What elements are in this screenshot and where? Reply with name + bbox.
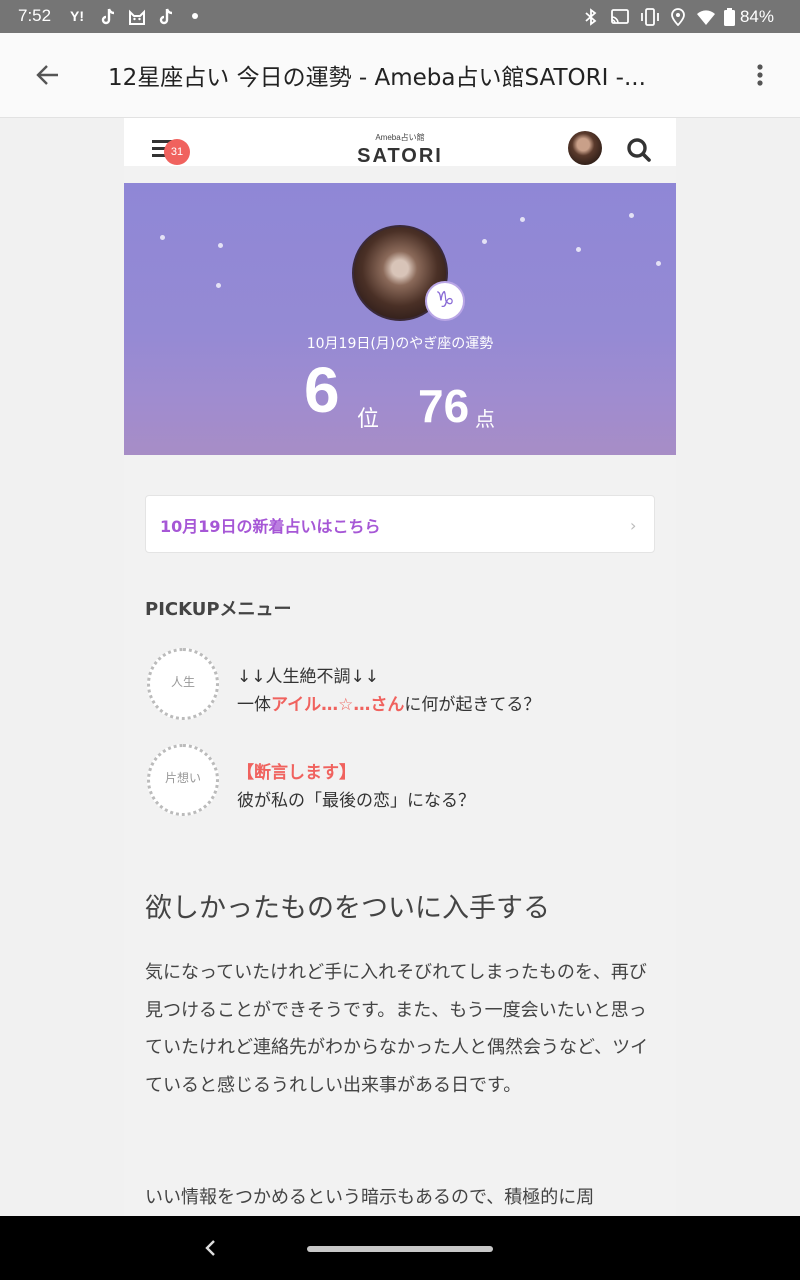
- pickup-item[interactable]: 人生 ↓↓人生絶不調↓↓ 一体アイル…☆…さんに何が起きてる？: [145, 648, 655, 724]
- capricorn-sign-icon: ♑: [425, 281, 465, 321]
- back-arrow-icon[interactable]: [34, 61, 62, 89]
- cat-icon: [129, 9, 145, 25]
- system-nav-bar: [0, 1216, 800, 1280]
- pickup-item-title: 【断言します】: [237, 763, 356, 783]
- fortune-headline: 欲しかったものをついに入手する: [145, 893, 550, 924]
- new-fortune-link-label: 10月19日の新着占いはこちら: [160, 517, 381, 536]
- vibrate-icon: [641, 8, 659, 26]
- rank-unit: 位: [357, 407, 380, 432]
- wifi-icon: [697, 10, 715, 25]
- fortune-paragraph: いい情報をつかめるという暗示もあるので、積極的に周: [145, 1187, 595, 1208]
- fortune-hero: ♑ 10月19日(月)のやぎ座の運勢 6 位 76 点: [124, 183, 676, 455]
- battery-icon: [724, 8, 735, 26]
- tiktok-icon: [101, 8, 115, 25]
- search-icon[interactable]: [626, 137, 652, 163]
- page-title: 12星座占い 今日の運勢 - Ameba占い館SATORI -...: [108, 65, 646, 91]
- tiktok-icon: [159, 8, 173, 25]
- user-avatar[interactable]: [568, 131, 602, 165]
- score-value: 76: [418, 380, 470, 432]
- pickup-item-subtitle: 一体アイル…☆…さんに何が起きてる？: [237, 695, 541, 715]
- battery-percent: 84%: [739, 7, 774, 26]
- star-decoration: [482, 239, 487, 244]
- star-decoration: [576, 247, 581, 252]
- chevron-right-icon: ›: [630, 516, 637, 535]
- status-bar: 7:52 Y! 84%: [0, 0, 800, 33]
- pickup-heading: PICKUPメニュー: [145, 599, 292, 620]
- pickup-item[interactable]: 片想い 【断言します】 彼が私の「最後の恋」になる？: [145, 744, 655, 820]
- location-icon: [671, 8, 685, 26]
- star-decoration: [218, 243, 223, 248]
- fortune-paragraph: 気になっていたけれど手に入れそびれてしまったものを、再び見つけることができそうで…: [145, 962, 649, 1096]
- username-highlight: アイル…☆…さん: [271, 695, 405, 715]
- web-content: 31 Ameba占い館 SATORI ♑ 10月19日(月)のやぎ座の運勢 6 …: [124, 118, 676, 1216]
- fortune-date-label: 10月19日(月)のやぎ座の運勢: [306, 336, 494, 352]
- clock: 7:52: [18, 6, 52, 25]
- overflow-menu-icon[interactable]: [752, 61, 768, 89]
- pickup-item-subtitle: 彼が私の「最後の恋」になる？: [237, 791, 475, 811]
- star-decoration: [216, 283, 221, 288]
- bluetooth-icon: [585, 8, 597, 26]
- home-gesture-pill[interactable]: [307, 1246, 493, 1252]
- star-decoration: [160, 235, 165, 240]
- app-bar: 12星座占い 今日の運勢 - Ameba占い館SATORI -...: [0, 33, 800, 118]
- new-fortune-link[interactable]: 10月19日の新着占いはこちら ›: [145, 495, 655, 553]
- star-decoration: [520, 217, 525, 222]
- yahoo-notification-icon: Y!: [70, 8, 84, 24]
- score-unit: 点: [475, 407, 495, 431]
- pickup-item-title: ↓↓人生絶不調↓↓: [237, 667, 379, 687]
- star-decoration: [629, 213, 634, 218]
- rank-value: 6: [304, 354, 340, 426]
- cast-icon: [611, 9, 629, 24]
- site-header: 31 Ameba占い館 SATORI: [124, 118, 676, 167]
- more-notifications-dot-icon: [192, 13, 198, 19]
- star-decoration: [656, 261, 661, 266]
- category-badge: 片想い: [147, 744, 219, 816]
- nav-back-icon[interactable]: [200, 1238, 220, 1258]
- category-badge: 人生: [147, 648, 219, 720]
